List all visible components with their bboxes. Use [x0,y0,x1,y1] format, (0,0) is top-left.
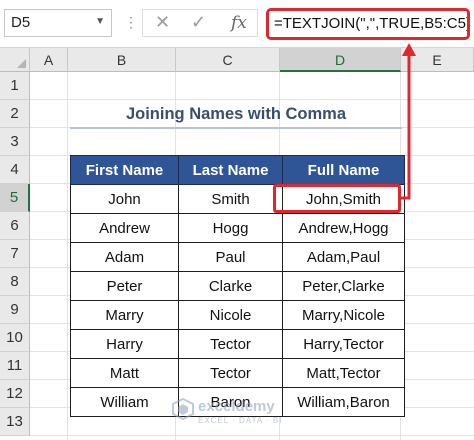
row-header-12[interactable]: 12 [0,380,30,408]
row-header-8[interactable]: 8 [0,268,30,296]
full-name-cell[interactable]: Peter,Clarke [282,271,405,301]
row-header-7[interactable]: 7 [0,240,30,268]
name-box[interactable]: D5 ▼ [4,9,112,37]
header-first-name[interactable]: First Name [70,155,179,185]
row-header-6[interactable]: 6 [0,212,30,240]
full-name-cell[interactable]: Andrew,Hogg [282,213,405,243]
formula-buttons: ✕ ✓ fx [142,9,258,37]
full-name-cell[interactable]: Marry,Nicole [282,300,405,330]
selected-cell-highlight [273,184,401,213]
first-name-cell[interactable]: Peter [70,271,179,301]
title-underline [70,127,402,129]
header-full-name[interactable]: Full Name [282,155,405,185]
row-header-13[interactable]: 13 [0,408,30,436]
name-box-value: D5 [11,14,31,31]
table-row: Andrew Hogg Andrew,Hogg [70,213,405,243]
chevron-down-icon[interactable]: ▼ [95,16,105,27]
insert-function-icon[interactable]: fx [231,13,247,33]
row-header-4[interactable]: 4 [0,156,30,184]
full-name-cell[interactable]: Harry,Tector [282,329,405,359]
row-header-2[interactable]: 2 [0,100,30,128]
table-header-row: First Name Last Name Full Name [70,155,405,185]
exceldemy-watermark: exceldemy EXCEL · DATA · BI [172,396,332,432]
full-name-cell[interactable]: Adam,Paul [282,242,405,272]
table-row: Harry Tector Harry,Tector [70,329,405,359]
last-name-cell[interactable]: Clarke [178,271,283,301]
first-name-cell[interactable]: Andrew [70,213,179,243]
first-name-cell[interactable]: William [70,387,179,417]
row-header-10[interactable]: 10 [0,324,30,352]
row-header-5[interactable]: 5 [0,184,30,212]
column-header-a[interactable]: A [30,48,68,72]
first-name-cell[interactable]: Marry [70,300,179,330]
last-name-cell[interactable]: Nicole [178,300,283,330]
first-name-cell[interactable]: Matt [70,358,179,388]
vertical-dots-icon[interactable]: ⋮ [124,14,139,31]
watermark-name: exceldemy [198,398,275,415]
row-header-9[interactable]: 9 [0,296,30,324]
column-header-b[interactable]: B [68,48,176,72]
watermark-tagline: EXCEL · DATA · BI [198,416,283,425]
first-name-cell[interactable]: Harry [70,329,179,359]
row-header-11[interactable]: 11 [0,352,30,380]
formula-input[interactable]: =TEXTJOIN(",",TRUE,B5:C5) [266,8,470,40]
last-name-cell[interactable]: Hogg [178,213,283,243]
table-row: Adam Paul Adam,Paul [70,242,405,272]
last-name-cell[interactable]: Tector [178,329,283,359]
cancel-icon[interactable]: ✕ [155,12,170,33]
last-name-cell[interactable]: Smith [178,184,283,214]
column-header-d[interactable]: D [280,48,401,72]
table-row: Peter Clarke Peter,Clarke [70,271,405,301]
sheet-title: Joining Names with Comma [125,105,347,123]
last-name-cell[interactable]: Tector [178,358,283,388]
exceldemy-logo-icon [172,398,194,420]
row-header-1[interactable]: 1 [0,72,30,100]
first-name-cell[interactable]: John [70,184,179,214]
header-last-name[interactable]: Last Name [178,155,283,185]
select-all-corner[interactable] [0,48,30,72]
table-row: Marry Nicole Marry,Nicole [70,300,405,330]
table-row: Matt Tector Matt,Tector [70,358,405,388]
first-name-cell[interactable]: Adam [70,242,179,272]
column-header-c[interactable]: C [176,48,280,72]
row-header-3[interactable]: 3 [0,128,30,156]
column-header-e[interactable]: E [401,48,474,72]
enter-icon[interactable]: ✓ [191,12,206,33]
last-name-cell[interactable]: Paul [178,242,283,272]
full-name-cell[interactable]: Matt,Tector [282,358,405,388]
